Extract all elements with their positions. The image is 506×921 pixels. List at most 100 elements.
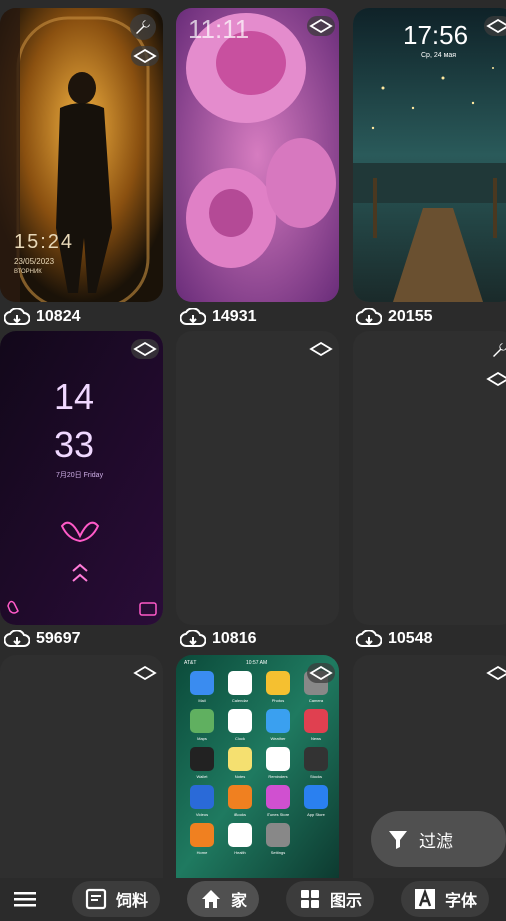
app-label: Reminders <box>268 774 287 779</box>
download-count: 10824 <box>4 306 81 328</box>
wallpaper-card-5[interactable] <box>176 331 339 625</box>
app-icon <box>304 785 328 809</box>
wallpaper-card-3[interactable]: 17:56 Ср, 24 мая <box>353 8 506 302</box>
cloud-download-icon <box>180 630 206 647</box>
app-label: Health <box>234 850 246 855</box>
download-count: 20155 <box>356 306 433 328</box>
app-icon <box>266 747 290 771</box>
layers-icon[interactable] <box>307 16 335 36</box>
cloud-download-icon <box>356 308 382 325</box>
layers-icon[interactable] <box>131 46 159 66</box>
wallpaper-image: 14 33 7月20日 Friday <box>0 331 163 625</box>
svg-text:23/05/2023: 23/05/2023 <box>14 257 55 266</box>
wallpaper-card-1[interactable]: 15:24 23/05/2023 ВТОРНИК <box>0 8 163 302</box>
svg-text:AT&T: AT&T <box>184 660 196 666</box>
wallpaper-image: 11:11 <box>176 8 339 302</box>
app-icon <box>190 823 214 847</box>
app-label: App Store <box>307 812 326 817</box>
cloud-download-icon <box>4 308 30 325</box>
app-label: Mail <box>198 698 205 703</box>
svg-text:17:56: 17:56 <box>403 20 468 50</box>
wallpaper-card-4[interactable]: 14 33 7月20日 Friday <box>0 331 163 625</box>
svg-text:Ср, 24 мая: Ср, 24 мая <box>421 52 456 59</box>
app-label: Calendar <box>232 698 249 703</box>
svg-text:ВТОРНИК: ВТОРНИК <box>14 269 42 275</box>
svg-text:7月20日 Friday: 7月20日 Friday <box>56 471 104 479</box>
app-icon <box>190 747 214 771</box>
cloud-download-icon <box>4 630 30 647</box>
card-clock: 15:24 <box>14 231 74 253</box>
app-label: Wallet <box>197 774 209 779</box>
app-icon <box>228 709 252 733</box>
app-icon <box>228 747 252 771</box>
app-label: Home <box>197 850 208 855</box>
grid-icon <box>301 890 319 908</box>
svg-text:10:57 AM: 10:57 AM <box>246 660 267 666</box>
app-label: Videos <box>196 812 208 817</box>
app-icon <box>228 785 252 809</box>
app-icon <box>266 709 290 733</box>
filter-icon <box>389 831 407 849</box>
nav-fonts-label: 字体 <box>445 893 478 910</box>
download-count: 14931 <box>180 306 257 328</box>
app-icon <box>266 671 290 695</box>
app-label: iTunes Store <box>267 812 290 817</box>
layers-icon[interactable] <box>131 339 159 359</box>
app-icon <box>228 823 252 847</box>
menu-icon <box>14 892 36 907</box>
app-label: Maps <box>197 736 207 741</box>
filter-button[interactable]: 过滤 <box>371 811 506 867</box>
download-count: 10548 <box>356 628 433 650</box>
cloud-download-icon <box>180 308 206 325</box>
nav-home[interactable]: 家 <box>187 881 260 917</box>
app-label: Weather <box>270 736 286 741</box>
app-label: News <box>311 736 321 741</box>
app-label: Settings <box>271 850 285 855</box>
app-label: Clock <box>235 736 245 741</box>
wallpaper-image: AT&T 10:57 AM Mail Calendar Photos Camera Ma… <box>176 655 339 878</box>
layers-icon[interactable] <box>307 663 335 683</box>
feed-icon <box>85 888 107 910</box>
svg-text:14: 14 <box>54 376 94 417</box>
app-icon <box>304 709 328 733</box>
nav-feed[interactable]: 饲料 <box>72 881 161 917</box>
app-icon <box>228 671 252 695</box>
wallpaper-card-8[interactable]: AT&T 10:57 AM Mail Calendar Photos Camera Ma… <box>176 655 339 878</box>
wallpaper-card-2[interactable]: 11:11 <box>176 8 339 302</box>
app-icon <box>266 823 290 847</box>
wallpaper-image: 17:56 Ср, 24 мая <box>353 8 506 302</box>
nav-icons-label: 图示 <box>330 893 363 910</box>
font-icon <box>415 888 435 909</box>
svg-text:11:11: 11:11 <box>188 14 249 44</box>
app-icon <box>190 785 214 809</box>
app-icon <box>190 709 214 733</box>
layers-icon[interactable] <box>131 663 159 683</box>
layers-icon[interactable] <box>484 663 506 683</box>
app-icon <box>266 785 290 809</box>
download-count: 59697 <box>4 628 81 650</box>
wrench-icon[interactable] <box>130 14 156 40</box>
nav-fonts[interactable]: 字体 <box>401 881 490 917</box>
nav-icons[interactable]: 图示 <box>286 881 375 917</box>
app-label: Camera <box>309 698 324 703</box>
app-label: Photos <box>272 698 284 703</box>
filter-label: 过滤 <box>419 831 453 851</box>
nav-home-label: 家 <box>231 893 248 910</box>
cloud-download-icon <box>356 630 382 647</box>
app-label: Stocks <box>310 774 322 779</box>
layers-icon[interactable] <box>484 16 506 36</box>
wrench-icon[interactable] <box>487 337 506 363</box>
bottom-nav: 饲料 家 图示 字体 <box>0 878 506 921</box>
app-icon <box>190 671 214 695</box>
svg-text:33: 33 <box>54 424 94 465</box>
home-icon <box>202 890 220 908</box>
nav-feed-label: 饲料 <box>116 893 149 910</box>
wallpaper-card-6[interactable] <box>353 331 506 625</box>
layers-icon[interactable] <box>484 369 506 389</box>
app-label: iBooks <box>234 812 246 817</box>
app-icon <box>304 747 328 771</box>
layers-icon[interactable] <box>307 339 335 359</box>
download-count: 10816 <box>180 628 257 650</box>
menu-button[interactable] <box>12 888 38 910</box>
wallpaper-card-7[interactable] <box>0 655 163 878</box>
